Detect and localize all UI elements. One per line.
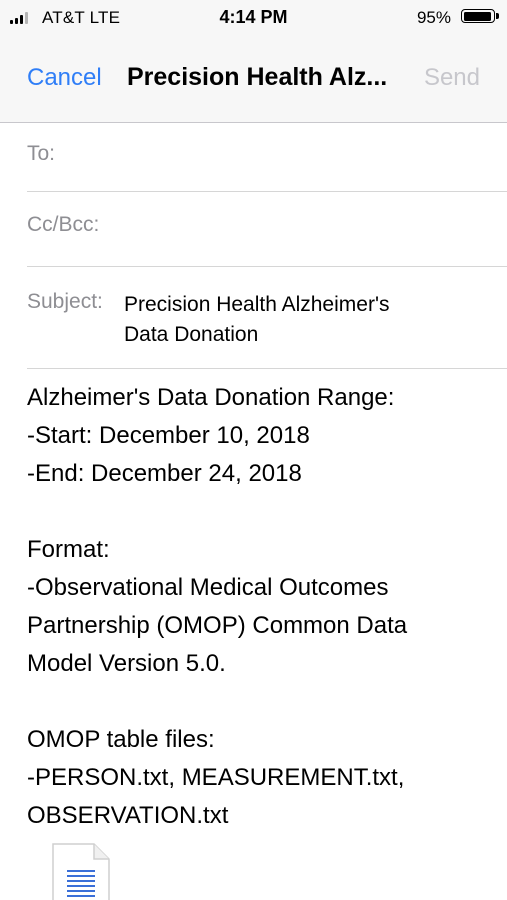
subject-value[interactable]: Precision Health Alzheimer's Data Donati… xyxy=(124,290,474,350)
battery-fill xyxy=(463,11,492,21)
message-body[interactable]: Alzheimer's Data Donation Range: -Start:… xyxy=(27,379,487,835)
battery-percent: 95% xyxy=(416,8,451,27)
body-line: -Observational Medical Outcomes xyxy=(27,574,389,601)
body-line: OMOP table files: xyxy=(27,726,215,753)
cc-bcc-label: Cc/Bcc: xyxy=(27,213,100,236)
header-area: AT&T LTE 4:14 PM 95% Cancel Precision He… xyxy=(0,0,507,123)
subject-label: Subject: xyxy=(27,290,103,313)
body-line: Partnership (OMOP) Common Data xyxy=(27,612,408,639)
body-line: OBSERVATION.txt xyxy=(27,802,229,829)
send-button[interactable]: Send xyxy=(424,64,480,92)
subject-line-1: Precision Health Alzheimer's xyxy=(124,293,390,316)
to-label: To: xyxy=(27,142,56,165)
compose-screen: AT&T LTE 4:14 PM 95% Cancel Precision He… xyxy=(0,0,507,900)
document-icon[interactable] xyxy=(52,843,110,900)
cc-bcc-field[interactable]: Cc/Bcc: xyxy=(27,192,507,267)
body-line: Format: xyxy=(27,536,110,563)
compose-nav-bar: Cancel Precision Health Alz... Send xyxy=(0,36,507,122)
compose-title: Precision Health Alz... xyxy=(127,63,388,91)
body-line: Model Version 5.0. xyxy=(27,650,226,677)
cancel-button[interactable]: Cancel xyxy=(27,64,102,92)
body-line: Alzheimer's Data Donation Range: xyxy=(27,384,395,411)
subject-field[interactable]: Subject: Precision Health Alzheimer's Da… xyxy=(27,267,507,369)
body-line: -PERSON.txt, MEASUREMENT.txt, xyxy=(27,764,405,791)
to-field[interactable]: To: xyxy=(27,123,507,192)
battery-icon xyxy=(461,9,499,23)
body-line: -End: December 24, 2018 xyxy=(27,460,302,487)
subject-line-2: Data Donation xyxy=(124,323,259,346)
body-line: -Start: December 10, 2018 xyxy=(27,422,310,449)
status-bar: AT&T LTE 4:14 PM 95% xyxy=(0,0,507,36)
